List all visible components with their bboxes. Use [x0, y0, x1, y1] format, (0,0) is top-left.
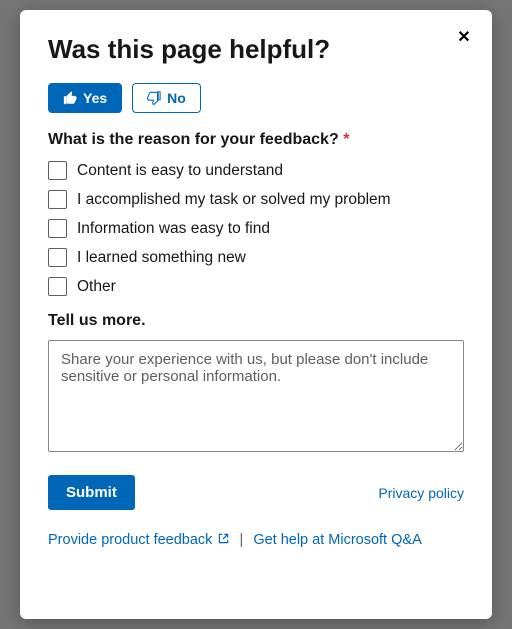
tell-us-more-label: Tell us more.: [48, 312, 464, 330]
checkbox-easy-understand[interactable]: [48, 161, 67, 180]
checkbox-item: I learned something new: [48, 248, 464, 267]
thumb-up-icon: [63, 91, 77, 105]
product-feedback-link[interactable]: Provide product feedback: [48, 532, 234, 548]
checkbox-accomplished-task[interactable]: [48, 190, 67, 209]
required-mark: *: [343, 131, 349, 148]
checkbox-label: Other: [77, 278, 116, 296]
separator: |: [240, 532, 244, 548]
yes-button[interactable]: Yes: [48, 83, 122, 113]
checkbox-item: Content is easy to understand: [48, 161, 464, 180]
checkbox-item: I accomplished my task or solved my prob…: [48, 190, 464, 209]
feedback-modal: ✕ Was this page helpful? Yes No What is …: [20, 10, 492, 619]
checkbox-label: I accomplished my task or solved my prob…: [77, 191, 391, 209]
thumb-down-icon: [147, 91, 161, 105]
checkbox-label: Content is easy to understand: [77, 162, 283, 180]
checkbox-label: Information was easy to find: [77, 220, 270, 238]
external-link-icon: [218, 532, 229, 543]
checkbox-label: I learned something new: [77, 249, 246, 267]
yes-label: Yes: [83, 90, 107, 106]
checkbox-list: Content is easy to understand I accompli…: [48, 161, 464, 296]
modal-title: Was this page helpful?: [48, 34, 464, 65]
vote-buttons: Yes No: [48, 83, 464, 113]
footer-row: Submit Privacy policy: [48, 475, 464, 510]
checkbox-other[interactable]: [48, 277, 67, 296]
privacy-policy-link[interactable]: Privacy policy: [378, 485, 464, 501]
feedback-textarea[interactable]: [48, 340, 464, 452]
checkbox-item: Information was easy to find: [48, 219, 464, 238]
checkbox-easy-find[interactable]: [48, 219, 67, 238]
bottom-links: Provide product feedback | Get help at M…: [48, 532, 464, 548]
checkbox-item: Other: [48, 277, 464, 296]
no-label: No: [167, 90, 186, 106]
close-button[interactable]: ✕: [454, 28, 474, 48]
no-button[interactable]: No: [132, 83, 201, 113]
microsoft-qa-link[interactable]: Get help at Microsoft Q&A: [253, 532, 421, 548]
feedback-reason-question: What is the reason for your feedback? *: [48, 131, 464, 149]
submit-button[interactable]: Submit: [48, 475, 135, 510]
checkbox-learned-new[interactable]: [48, 248, 67, 267]
